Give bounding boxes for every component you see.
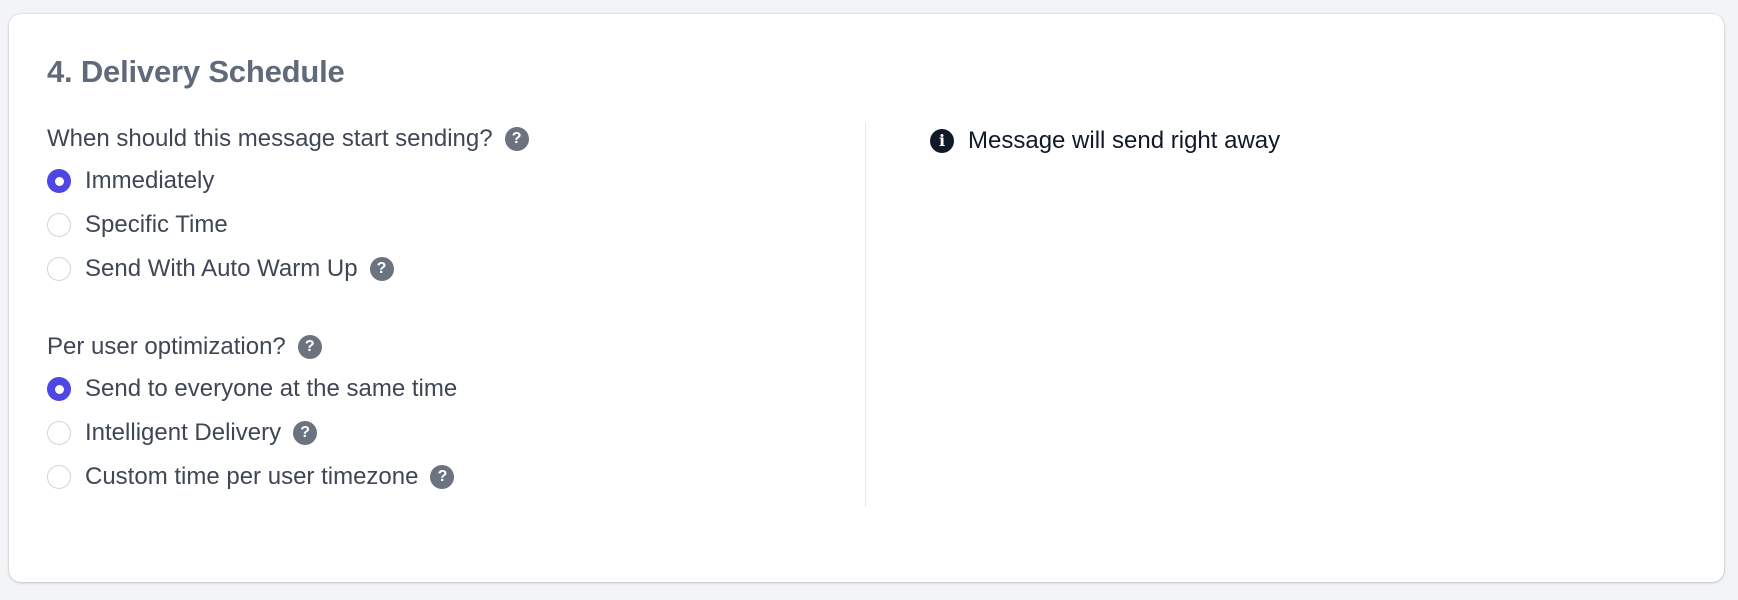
radio-label: Custom time per user timezone (85, 463, 419, 490)
column-divider (865, 123, 866, 507)
radio-button[interactable] (47, 465, 71, 489)
radio-option-same-time[interactable]: Send to everyone at the same time (47, 371, 457, 407)
question-mark-icon[interactable]: ? (369, 257, 394, 281)
radio-label: Specific Time (85, 211, 228, 238)
question-mark-icon[interactable]: ? (430, 465, 455, 489)
radio-button[interactable] (47, 377, 71, 401)
start-sending-group: When should this message start sending? … (47, 124, 827, 287)
radio-button[interactable] (47, 213, 71, 237)
start-sending-question: When should this message start sending? … (47, 124, 827, 154)
radio-button[interactable] (47, 257, 71, 281)
optimization-radio-group: Send to everyone at the same time Intell… (47, 371, 457, 495)
radio-option-custom-timezone[interactable]: Custom time per user timezone ? (47, 459, 457, 495)
radio-label: Send With Auto Warm Up (85, 255, 358, 282)
optimization-group: Per user optimization? ? Send to everyon… (47, 332, 457, 503)
delivery-notice: i Message will send right away (930, 127, 1280, 155)
radio-label: Immediately (85, 167, 215, 194)
start-sending-radio-group: Immediately Specific Time Send With Auto… (47, 163, 827, 287)
delivery-notice-text: Message will send right away (968, 127, 1281, 154)
schedule-options-column: When should this message start sending? … (47, 124, 827, 490)
radio-label: Intelligent Delivery (85, 419, 282, 446)
info-icon: i (930, 129, 954, 153)
radio-option-intelligent-delivery[interactable]: Intelligent Delivery ? (47, 415, 457, 451)
radio-option-specific-time[interactable]: Specific Time (47, 207, 827, 243)
radio-option-immediately[interactable]: Immediately (47, 163, 827, 199)
section-title: 4. Delivery Schedule (47, 54, 345, 89)
delivery-schedule-card: 4. Delivery Schedule When should this me… (9, 14, 1724, 582)
optimization-question: Per user optimization? ? (47, 332, 457, 362)
radio-option-auto-warm-up[interactable]: Send With Auto Warm Up ? (47, 251, 827, 287)
radio-label: Send to everyone at the same time (85, 375, 458, 402)
radio-button[interactable] (47, 169, 71, 193)
radio-button[interactable] (47, 421, 71, 445)
optimization-question-label: Per user optimization? (47, 333, 286, 360)
question-mark-icon[interactable]: ? (504, 127, 529, 151)
start-sending-question-label: When should this message start sending? (47, 125, 493, 152)
question-mark-icon[interactable]: ? (297, 335, 322, 359)
question-mark-icon[interactable]: ? (293, 421, 318, 445)
